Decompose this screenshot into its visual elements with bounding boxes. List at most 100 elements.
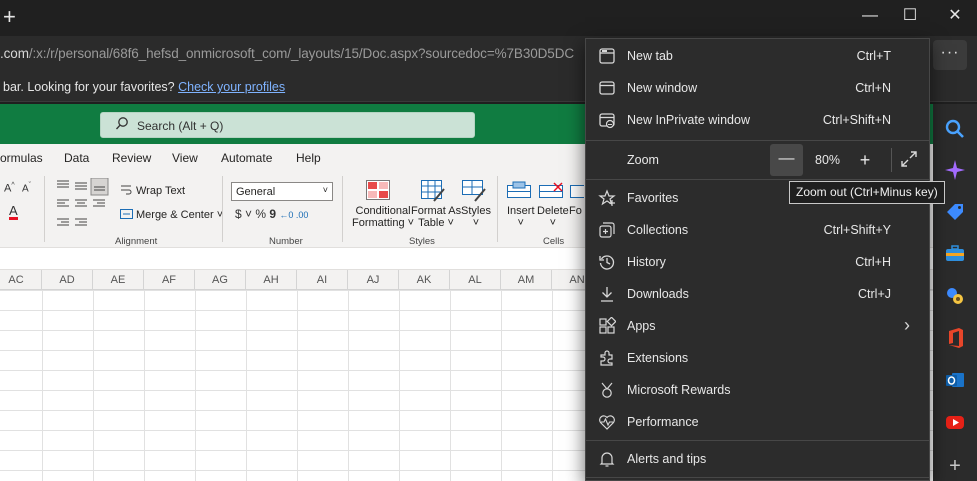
menu-divider bbox=[586, 440, 929, 441]
menu-item-label: Performance bbox=[627, 415, 699, 429]
performance-icon bbox=[598, 413, 616, 431]
tab-view[interactable]: View bbox=[172, 151, 198, 165]
add-sidebar-app-icon[interactable]: + bbox=[941, 452, 969, 480]
puzzle-icon bbox=[598, 349, 616, 367]
menu-item-label: New tab bbox=[627, 49, 673, 63]
insert-label: Insert bbox=[507, 205, 535, 217]
favorites-message-text: bar. Looking for your favorites? bbox=[3, 80, 175, 94]
delete-cells-icon bbox=[539, 181, 563, 199]
new-tab-button[interactable]: + bbox=[3, 6, 19, 28]
menu-item-new-tab[interactable]: New tab Ctrl+T bbox=[586, 40, 929, 72]
fullscreen-icon[interactable] bbox=[898, 148, 920, 170]
menu-item-label: Microsoft Rewards bbox=[627, 383, 731, 397]
font-size-increase-icon[interactable]: A^ bbox=[4, 182, 15, 195]
zoom-out-button[interactable]: — bbox=[770, 144, 803, 176]
menu-item-alerts-and-tips[interactable]: Alerts and tips bbox=[586, 443, 929, 475]
conditional-formatting-label-1: Conditional bbox=[355, 205, 411, 217]
alignment-group-label: Alignment bbox=[115, 236, 158, 247]
insert-cells-button[interactable]: Insert ˅ bbox=[507, 205, 535, 229]
font-color-icon[interactable]: A bbox=[9, 204, 18, 220]
menu-item-apps[interactable]: Apps › bbox=[586, 310, 929, 342]
shopping-tag-icon[interactable] bbox=[941, 198, 969, 226]
tools-briefcase-icon[interactable] bbox=[941, 240, 969, 268]
column-header[interactable]: AK bbox=[399, 270, 450, 290]
column-header[interactable]: AH bbox=[246, 270, 297, 290]
column-header[interactable]: AE bbox=[93, 270, 144, 290]
tab-automate[interactable]: Automate bbox=[221, 151, 272, 165]
title-bar: + — ☐ ✕ bbox=[0, 0, 977, 36]
tab-help[interactable]: Help bbox=[296, 151, 321, 165]
minimize-button[interactable]: — bbox=[855, 4, 885, 28]
favorites-bar-message: bar. Looking for your favorites? Check y… bbox=[3, 80, 285, 94]
ribbon-separator bbox=[497, 176, 498, 242]
column-header[interactable]: AI bbox=[297, 270, 348, 290]
merge-center-button[interactable]: Merge & Center ˅ bbox=[136, 209, 223, 221]
number-format-buttons[interactable]: $ ˅ % 9 ←0 .00 bbox=[235, 207, 308, 221]
copilot-sparkle-icon[interactable] bbox=[941, 156, 969, 184]
ribbon-separator bbox=[222, 176, 223, 242]
chevron-right-icon: › bbox=[904, 315, 910, 335]
bell-icon bbox=[598, 450, 616, 468]
merge-center-label: Merge & Center bbox=[136, 209, 214, 221]
wrap-text-icon bbox=[120, 184, 132, 196]
zoom-row: Zoom — 80% + bbox=[586, 141, 929, 178]
column-header[interactable]: AD bbox=[42, 270, 93, 290]
sidebar-search-icon[interactable] bbox=[941, 115, 969, 143]
rewards-icon bbox=[598, 381, 616, 399]
menu-item-extensions[interactable]: Extensions bbox=[586, 342, 929, 374]
cell-styles-button[interactable]: Styles ˅ bbox=[461, 205, 491, 229]
menu-item-label: Alerts and tips bbox=[627, 452, 707, 466]
column-header[interactable]: AF bbox=[144, 270, 195, 290]
conditional-formatting-button[interactable]: Conditional Formatting ˅ bbox=[352, 205, 414, 229]
menu-divider bbox=[586, 179, 929, 180]
edge-sidebar: + bbox=[933, 104, 977, 481]
menu-item-performance[interactable]: Performance bbox=[586, 406, 929, 438]
office-icon[interactable] bbox=[941, 324, 969, 352]
format-as-table-button[interactable]: Format As Table ˅ bbox=[411, 205, 461, 229]
zoom-in-button[interactable]: + bbox=[852, 144, 878, 176]
download-icon bbox=[598, 285, 616, 303]
wrap-text-button[interactable]: Wrap Text bbox=[136, 185, 185, 197]
tab-review[interactable]: Review bbox=[112, 151, 151, 165]
maximize-button[interactable]: ☐ bbox=[895, 4, 925, 28]
menu-item-history[interactable]: History Ctrl+H bbox=[586, 246, 929, 278]
url-field[interactable]: .com/:x:/r/personal/68f6_hefsd_onmicroso… bbox=[0, 46, 574, 61]
menu-item-new-window[interactable]: New window Ctrl+N bbox=[586, 72, 929, 104]
games-icon[interactable] bbox=[941, 282, 969, 310]
menu-item-collections[interactable]: Collections Ctrl+Shift+Y bbox=[586, 214, 929, 246]
menu-item-label: Collections bbox=[627, 223, 689, 237]
column-header[interactable]: AC bbox=[0, 270, 42, 290]
column-header[interactable]: AG bbox=[195, 270, 246, 290]
search-input[interactable]: Search (Alt + Q) bbox=[100, 112, 475, 138]
column-header[interactable]: AM bbox=[501, 270, 552, 290]
outlook-icon[interactable] bbox=[941, 366, 969, 394]
menu-item-shortcut: Ctrl+J bbox=[858, 287, 891, 301]
tab-formulas[interactable]: ormulas bbox=[0, 151, 43, 165]
insert-cells-icon bbox=[507, 181, 531, 199]
new-tab-icon bbox=[598, 47, 616, 65]
column-header[interactable]: AJ bbox=[348, 270, 399, 290]
number-format-select[interactable]: General ˅ bbox=[231, 182, 333, 201]
menu-item-label: Apps bbox=[627, 319, 656, 333]
delete-cells-button[interactable]: Delete ˅ bbox=[537, 205, 569, 229]
format-as-table-label-1: Format As bbox=[411, 205, 462, 217]
close-button[interactable]: ✕ bbox=[940, 4, 970, 28]
url-path: /:x:/r/personal/68f6_hefsd_onmicrosoft_c… bbox=[28, 46, 574, 61]
check-profiles-link[interactable]: Check your profiles bbox=[178, 80, 285, 94]
format-cells-button[interactable]: Fo bbox=[569, 205, 582, 217]
new-window-icon bbox=[598, 79, 616, 97]
menu-item-label: New InPrivate window bbox=[627, 113, 750, 127]
menu-item-microsoft-rewards[interactable]: Microsoft Rewards bbox=[586, 374, 929, 406]
menu-item-downloads[interactable]: Downloads Ctrl+J bbox=[586, 278, 929, 310]
menu-item-new-inprivate-window[interactable]: New InPrivate window Ctrl+Shift+N bbox=[586, 104, 929, 136]
tab-data[interactable]: Data bbox=[64, 151, 89, 165]
column-header[interactable]: AL bbox=[450, 270, 501, 290]
settings-more-button[interactable]: ··· bbox=[933, 40, 967, 70]
alignment-grid-icon[interactable] bbox=[55, 178, 110, 236]
youtube-icon[interactable] bbox=[941, 408, 969, 436]
ribbon-separator bbox=[44, 176, 45, 242]
apps-icon bbox=[598, 317, 616, 335]
menu-item-shortcut: Ctrl+H bbox=[855, 255, 891, 269]
font-size-decrease-icon[interactable]: Aˇ bbox=[22, 182, 31, 194]
delete-label: Delete bbox=[537, 205, 569, 217]
